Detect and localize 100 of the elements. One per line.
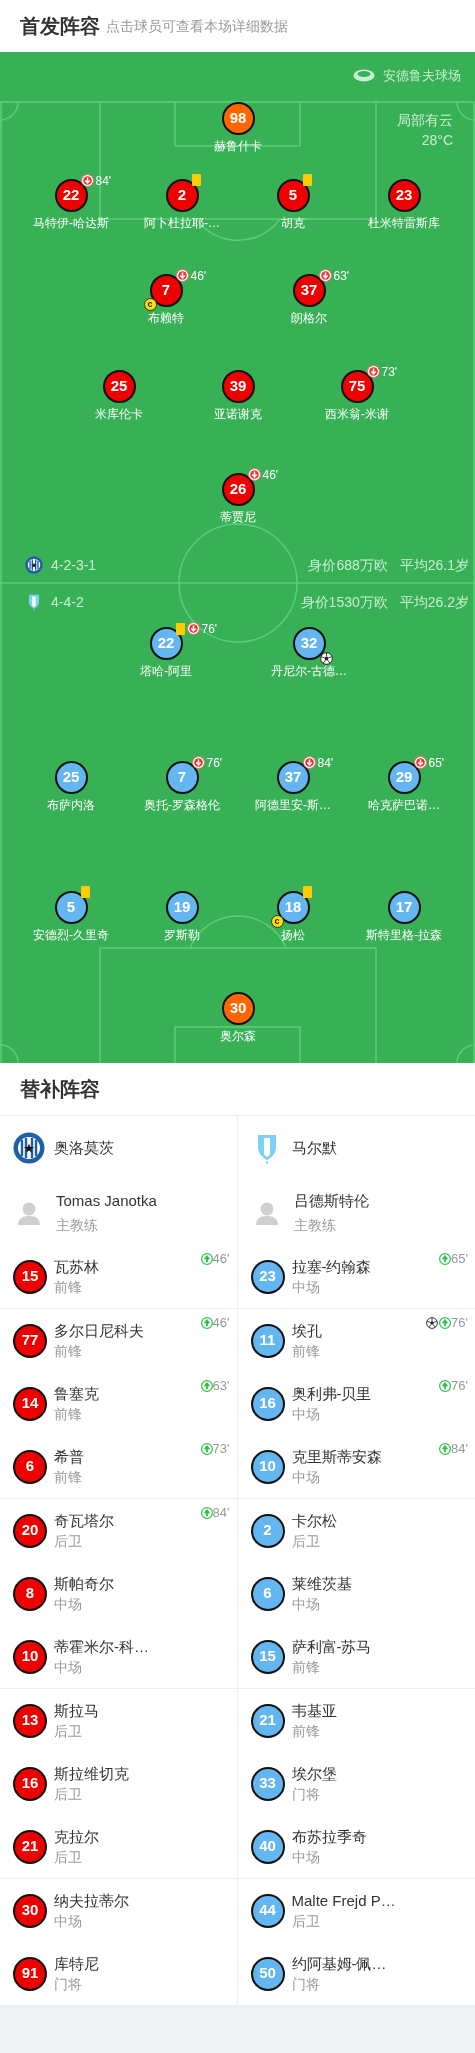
player-name: 约阿基姆-佩… [291,1953,387,1974]
jersey-number-badge[interactable]: 37 [276,761,310,794]
substitution-minute: 73' [381,365,398,378]
substitution-minute: 65' [428,756,445,769]
player-name: 蒂霍米尔-科… [54,1636,149,1657]
jersey-number-badge[interactable]: 5 [276,179,310,212]
player-name: 萨利富-苏马 [291,1636,372,1657]
jersey-number-badge[interactable]: 20 [13,1513,47,1548]
jersey-number-badge[interactable]: 21 [13,1829,47,1864]
player-name: 韦基亚 [291,1700,337,1721]
player-position: 中场 [291,1594,321,1614]
jersey-number-badge[interactable]: 32 [292,627,326,660]
player-position: 门将 [291,1784,321,1804]
jersey-number-badge[interactable]: 22 [54,179,88,212]
jersey-number-badge[interactable]: 16 [250,1386,285,1421]
player-name: 西米翁-米谢 [325,406,389,422]
squad-value: 身价688万欧 [308,555,388,575]
jersey-number-badge[interactable]: 14 [13,1386,47,1421]
jersey-number-badge[interactable]: 30 [221,992,255,1025]
substitution-minute: 46' [212,1252,230,1265]
booking-card-icon [302,886,312,898]
jersey-number-badge[interactable]: 23 [250,1259,285,1294]
jersey-number-badge[interactable]: 25 [102,370,136,403]
jersey-number-badge[interactable]: 2 [250,1513,285,1548]
player-name: 奥利弗-贝里 [291,1383,372,1404]
player-name: 斯特里格-拉森 [366,927,442,943]
player-position: 后卫 [291,1911,321,1931]
coach-role: 主教练 [56,1215,99,1235]
jersey-number-badge[interactable]: 2 [165,179,199,212]
jersey-number-badge[interactable]: 19 [165,891,199,924]
jersey-number-badge[interactable]: 15 [250,1639,285,1674]
jersey-number-badge[interactable]: 10 [13,1639,47,1674]
player-name: 埃孔 [291,1320,322,1341]
jersey-number-badge[interactable]: 5 [54,891,88,924]
jersey-number-badge[interactable]: 98 [221,102,255,135]
jersey-number-badge[interactable]: 75 [340,370,374,403]
player-position: 前锋 [54,1341,83,1361]
player-name: 亚诺谢克 [214,406,262,422]
average-age: 平均26.1岁 [399,555,469,575]
player-position: 后卫 [54,1531,83,1551]
formation-label: 4-2-3-1 [51,555,97,575]
player-position: 中场 [54,1594,83,1614]
jersey-number-badge[interactable]: 8 [13,1576,47,1611]
jersey-number-badge[interactable]: 21 [250,1703,285,1738]
jersey-number-badge[interactable]: 23 [387,179,421,212]
substitution-minute: 76' [206,756,223,769]
coach-name: Tomas Janotka [56,1190,157,1211]
jersey-number-badge[interactable]: 22 [149,627,183,660]
jersey-number-badge[interactable]: 7 [165,761,199,794]
jersey-number-badge[interactable]: 11 [250,1323,285,1358]
substitution-minute: 76' [451,1379,468,1392]
club-crest-icon [25,556,43,574]
player-name: 斯帕奇尔 [54,1573,114,1594]
player-name: 斯拉马 [54,1700,99,1721]
person-silhouette-icon [16,1200,42,1225]
jersey-number-badge[interactable]: 39 [221,370,255,403]
player-name: 阿卜杜拉耶-… [144,215,220,231]
substitution-in-icon [200,1506,213,1519]
substitution-minute: 76' [451,1316,468,1329]
jersey-number-badge[interactable]: 44 [250,1893,285,1928]
jersey-number-badge[interactable]: 6 [250,1576,285,1611]
substitution-in-icon [200,1252,213,1265]
player-name: 扬松 [281,927,305,943]
temperature: 28°C [421,131,453,150]
jersey-number-badge[interactable]: 13 [13,1703,47,1738]
jersey-number-badge[interactable]: 25 [54,761,88,794]
jersey-number-badge[interactable]: 17 [387,891,421,924]
substitution-minute: 63' [212,1379,230,1392]
jersey-number-badge[interactable]: 16 [13,1766,47,1801]
booking-card-icon [175,622,185,635]
booking-card-icon [302,174,312,186]
player-position: 前锋 [54,1467,83,1487]
player-position: 中场 [291,1277,321,1297]
substitution-minute: 65' [451,1252,468,1265]
booking-card-icon [191,174,201,186]
player-name: 朗格尔 [291,310,327,326]
jersey-number-badge[interactable]: 50 [250,1956,285,1991]
jersey-number-badge[interactable]: 33 [250,1766,285,1801]
substitution-out-icon [247,468,261,481]
jersey-number-badge[interactable]: 30 [13,1893,47,1928]
jersey-number-badge[interactable]: 26 [221,473,255,506]
jersey-number-badge[interactable]: 6 [13,1449,47,1484]
jersey-number-badge[interactable]: 91 [13,1956,47,1991]
jersey-number-badge[interactable]: 29 [387,761,421,794]
section-subtitle: 点击球员可查看本场详细数据 [106,16,288,36]
substitution-in-icon [439,1379,452,1392]
player-position: 门将 [291,1974,321,1994]
player-position: 后卫 [54,1784,83,1804]
jersey-number-badge[interactable]: 40 [250,1829,285,1864]
substitution-out-icon [302,756,316,769]
player-name: 鲁塞克 [54,1383,99,1404]
player-name: 纳夫拉蒂尔 [54,1890,129,1911]
jersey-number-badge[interactable]: 10 [250,1449,285,1484]
substitution-in-icon [439,1442,452,1455]
player-position: 前锋 [291,1341,321,1361]
captain-badge: c [270,915,284,928]
player-name: 胡克 [281,215,305,231]
jersey-number-badge[interactable]: 15 [13,1259,47,1294]
jersey-number-badge[interactable]: 37 [292,274,326,307]
jersey-number-badge[interactable]: 77 [13,1323,47,1358]
